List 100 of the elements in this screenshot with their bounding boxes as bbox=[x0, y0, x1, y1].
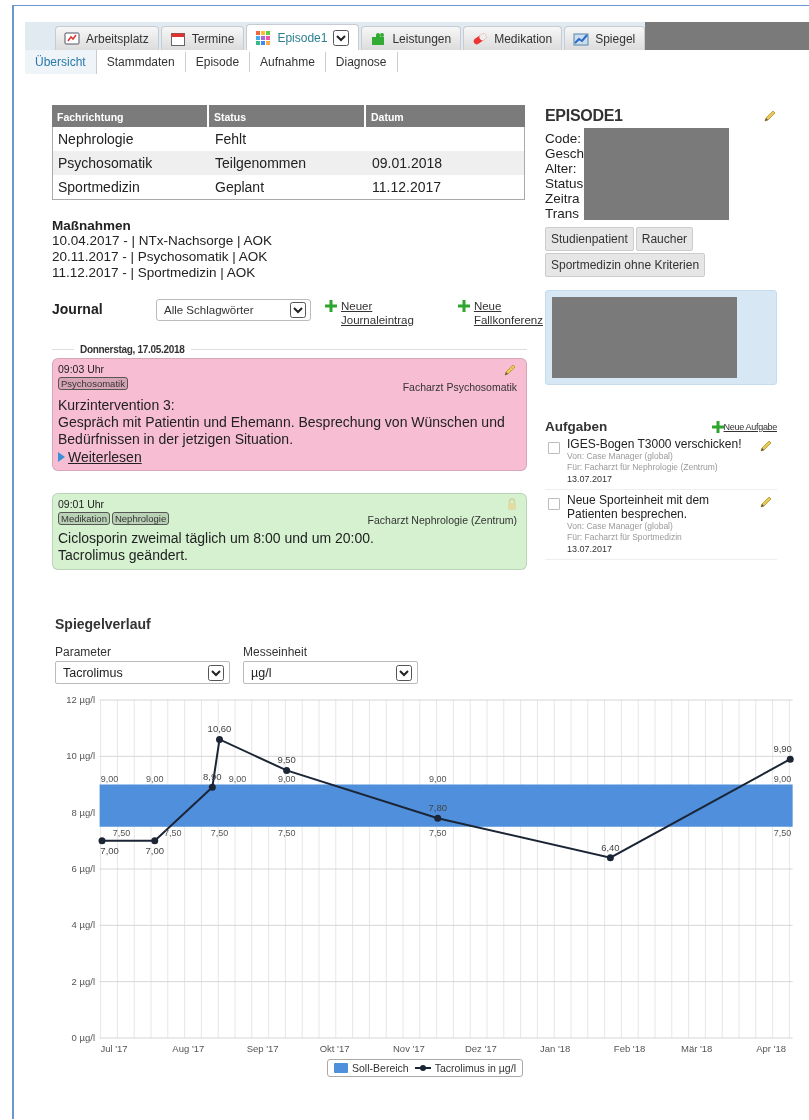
task-date: 13.07.2017 bbox=[567, 473, 614, 485]
table-cell-text: Geplant bbox=[214, 179, 266, 195]
column-header: Fachrichtung bbox=[52, 105, 209, 129]
data-label: 7,50 bbox=[112, 828, 131, 839]
data-point bbox=[208, 783, 216, 791]
tag-button[interactable]: Studienpatient bbox=[545, 227, 634, 251]
tab[interactable]: Medikation bbox=[463, 26, 563, 50]
chevron-icon bbox=[290, 302, 306, 318]
x-axis-label: Feb '18 bbox=[613, 1043, 646, 1054]
edit-button[interactable] bbox=[503, 363, 517, 377]
section-title: Spiegelverlauf bbox=[55, 616, 152, 632]
data-label: 7,50 bbox=[277, 828, 296, 839]
entry-author: Facharzt Psychosomatik bbox=[402, 381, 517, 393]
entry-text: Tacrolimus geändert. bbox=[58, 547, 189, 564]
chevron-icon bbox=[208, 664, 224, 681]
read-more-link[interactable]: Weiterlesen bbox=[58, 449, 142, 465]
triangle-icon bbox=[58, 452, 65, 462]
data-label: 10,60 bbox=[207, 723, 232, 735]
task-from: Von: Case Manager (global) bbox=[567, 521, 674, 532]
sub-tab[interactable]: Stammdaten bbox=[96, 52, 186, 72]
legend-line-icon bbox=[414, 1064, 431, 1072]
data-label: 9,50 bbox=[277, 754, 296, 766]
select-field[interactable]: µg/l bbox=[243, 661, 418, 684]
data-label: 7,50 bbox=[773, 828, 792, 839]
table-cell-text: Sportmedizin bbox=[57, 179, 141, 195]
sub-tab[interactable]: Episode bbox=[185, 52, 251, 72]
data-label: 9,00 bbox=[100, 773, 119, 784]
measure-line: 10.04.2017 - | NTx-Nachsorge | AOK bbox=[52, 233, 274, 249]
edit-button[interactable] bbox=[759, 495, 773, 509]
table-cell-text: 11.12.2017 bbox=[371, 179, 443, 195]
data-label: 6,40 bbox=[601, 841, 620, 853]
entry-time: 09:03 Uhr bbox=[58, 363, 106, 375]
tab[interactable]: Termine bbox=[160, 26, 245, 50]
puzzle-icon bbox=[370, 30, 387, 47]
entry-author: Facharzt Nephrologie (Zentrum) bbox=[367, 514, 517, 526]
chart-icon bbox=[573, 30, 590, 47]
edit-button[interactable] bbox=[759, 439, 773, 453]
checkbox[interactable] bbox=[548, 498, 560, 510]
x-axis-label: Sep '17 bbox=[246, 1043, 279, 1054]
measure-line: 20.11.2017 - | Psychosomatik | AOK bbox=[52, 249, 269, 265]
field-label: Code: bbox=[545, 131, 582, 146]
tab[interactable]: Episode1 bbox=[246, 24, 360, 50]
checkbox[interactable] bbox=[548, 442, 560, 454]
y-axis-label: 4 µg/l bbox=[71, 919, 95, 931]
add-link[interactable]: Neue Fallkonferenz bbox=[457, 299, 543, 327]
tab[interactable]: Arbeitsplatz bbox=[55, 26, 159, 50]
tag-button[interactable]: Raucher bbox=[635, 227, 694, 251]
entry-text: Kurzintervention 3: bbox=[58, 397, 176, 414]
tag-button[interactable]: Sportmedizin ohne Kriterien bbox=[545, 253, 706, 277]
data-label: 9,00 bbox=[228, 773, 247, 784]
tag: Nephrologie bbox=[111, 512, 170, 525]
calendar-icon bbox=[169, 30, 186, 47]
filter-dropdown[interactable]: Alle Schlagwörter bbox=[156, 299, 311, 321]
pencil-icon bbox=[763, 109, 777, 123]
field-label: Trans bbox=[545, 206, 579, 221]
table-cell-text: Psychosomatik bbox=[57, 155, 154, 171]
data-label: 9,00 bbox=[146, 773, 164, 784]
tag: Medikation bbox=[58, 512, 110, 525]
sub-tab[interactable]: Übersicht bbox=[25, 50, 97, 74]
sub-tab[interactable]: Diagnose bbox=[325, 52, 398, 72]
y-axis-label: 6 µg/l bbox=[71, 863, 95, 874]
entry-text: Gespräch mit Patientin und Ehemann. Besprechung von Wünschen und Bedürfnissen in der jetzigen Situation. bbox=[58, 414, 506, 448]
tag: Psychosomatik bbox=[58, 377, 128, 390]
data-point bbox=[434, 814, 442, 822]
data-label: 7,80 bbox=[428, 802, 447, 814]
entry-time: 09:01 Uhr bbox=[58, 498, 106, 510]
x-axis-label: Dez '17 bbox=[464, 1043, 497, 1054]
edit-button[interactable] bbox=[763, 109, 777, 123]
field-label: Status bbox=[545, 176, 584, 191]
legend-label: Soll-Bereich bbox=[352, 1062, 409, 1074]
dropdown-icon[interactable] bbox=[333, 29, 350, 46]
x-axis-label: Nov '17 bbox=[393, 1043, 425, 1054]
plus-icon bbox=[711, 420, 724, 433]
data-label: 9,00 bbox=[773, 773, 792, 784]
pencil-icon bbox=[503, 363, 517, 377]
table-cell-text: Teilgenommen bbox=[214, 155, 308, 171]
data-label: 7,00 bbox=[100, 844, 119, 856]
tab[interactable]: Leistungen bbox=[361, 26, 462, 50]
select-field[interactable]: Tacrolimus bbox=[55, 661, 230, 684]
field-label: Gesch bbox=[545, 146, 585, 161]
desk-icon bbox=[64, 30, 80, 47]
section-title: Aufgaben bbox=[545, 419, 608, 434]
tab[interactable]: Spiegel bbox=[564, 26, 646, 50]
add-link[interactable]: Neuer Journaleintrag bbox=[325, 299, 414, 327]
add-task-link[interactable]: Neue Aufgabe bbox=[711, 420, 777, 433]
task-from: Von: Case Manager (global) bbox=[567, 451, 674, 462]
x-axis-label: Aug '17 bbox=[172, 1043, 205, 1054]
data-label: 7,50 bbox=[210, 828, 229, 839]
sub-tab[interactable]: Aufnahme bbox=[250, 52, 326, 72]
data-point bbox=[151, 837, 159, 845]
y-axis-label: 8 µg/l bbox=[71, 806, 95, 818]
plus-icon bbox=[457, 300, 470, 312]
section-title: Journal bbox=[52, 300, 104, 317]
y-axis-label: 2 µg/l bbox=[71, 975, 95, 987]
field-label: Parameter bbox=[55, 645, 113, 659]
plus-icon bbox=[325, 300, 337, 312]
y-axis-label: 12 µg/l bbox=[66, 694, 95, 705]
task-to: Für: Facharzt für Nephrologie (Zentrum) bbox=[567, 462, 719, 473]
task-title: IGES-Bogen T3000 verschicken! bbox=[567, 437, 743, 451]
entry-text: Ciclosporin zweimal täglich um 8:00 und um 20:00. bbox=[58, 530, 375, 547]
